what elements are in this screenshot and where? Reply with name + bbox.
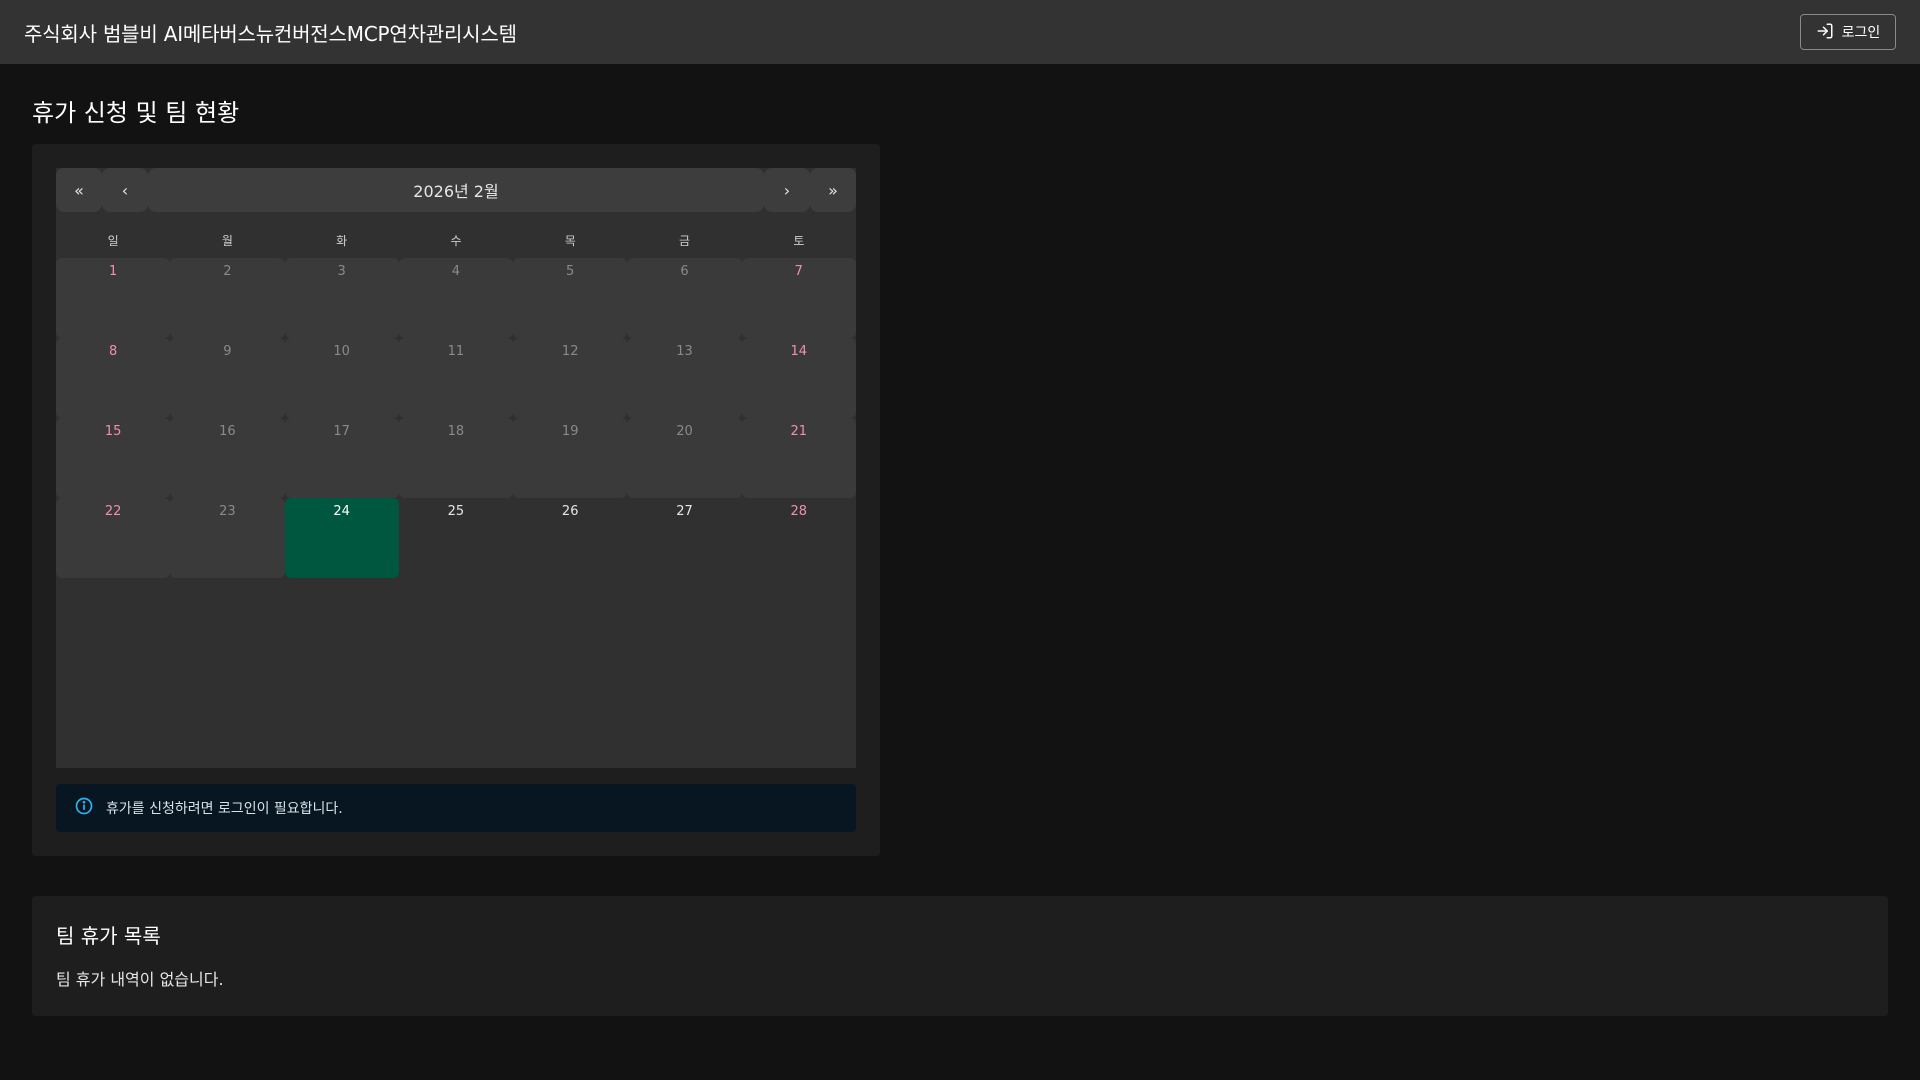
calendar-navigation: « ‹ 2026년 2월 › » — [56, 168, 856, 212]
calendar-day[interactable]: 6 — [627, 258, 742, 338]
calendar-day[interactable]: 25 — [399, 498, 513, 578]
month-label-button[interactable]: 2026년 2월 — [148, 168, 764, 212]
app-title: 주식회사 범블비 AI메타버스뉴컨버전스MCP연차관리시스템 — [24, 21, 517, 46]
calendar-day[interactable]: 12 — [513, 338, 628, 418]
weekday-label: 화 — [336, 234, 348, 248]
login-icon — [1816, 22, 1834, 43]
next-year-button[interactable]: » — [810, 168, 856, 212]
calendar-day[interactable]: 9 — [170, 338, 285, 418]
weekday-label: 일 — [107, 234, 119, 248]
calendar-day[interactable]: 18 — [398, 418, 514, 498]
calendar-day[interactable]: 23 — [170, 498, 285, 578]
calendar-day[interactable]: 22 — [56, 498, 171, 578]
page-title: 휴가 신청 및 팀 현황 — [32, 99, 240, 127]
next-month-button[interactable]: › — [764, 168, 810, 212]
calendar-day[interactable]: 8 — [56, 338, 171, 418]
calendar: « ‹ 2026년 2월 › » 일월화수목금토 1 2 3 4 5 6 7 8 9 10 11 12… — [56, 168, 856, 768]
prev-year-button[interactable]: « — [56, 168, 102, 212]
calendar-day[interactable]: 5 — [513, 258, 628, 338]
calendar-day[interactable]: 17 — [284, 418, 399, 498]
calendar-card: « ‹ 2026년 2월 › » 일월화수목금토 1 2 3 4 5 6 7 8 9 10 11 12… — [32, 144, 880, 856]
app-header: 주식회사 범블비 AI메타버스뉴컨버전스MCP연차관리시스템 로그인 — [0, 0, 1920, 64]
weekday-label: 수 — [450, 234, 462, 248]
calendar-day[interactable]: 3 — [284, 258, 399, 338]
calendar-day[interactable]: 11 — [398, 338, 514, 418]
login-required-alert: 휴가를 신청하려면 로그인이 필요합니다. — [56, 784, 856, 832]
calendar-day-today[interactable]: 24 — [284, 498, 399, 578]
calendar-day[interactable]: 27 — [627, 498, 741, 578]
calendar-day[interactable]: 10 — [284, 338, 399, 418]
calendar-day[interactable]: 16 — [170, 418, 285, 498]
calendar-day[interactable]: 20 — [627, 418, 742, 498]
weekday-header: 일월화수목금토 — [56, 232, 856, 258]
calendar-day[interactable]: 4 — [398, 258, 514, 338]
weekday-label: 목 — [564, 234, 576, 248]
calendar-day[interactable]: 14 — [741, 338, 856, 418]
calendar-days: 1 2 3 4 5 6 7 8 9 10 11 12 13 14 15 16 17 18 19 20 21 22 23 24 2… — [56, 258, 856, 578]
info-icon — [74, 796, 94, 820]
alert-text: 휴가를 신청하려면 로그인이 필요합니다. — [106, 801, 343, 817]
calendar-day[interactable]: 15 — [56, 418, 171, 498]
calendar-day[interactable]: 1 — [56, 258, 171, 338]
calendar-day[interactable]: 13 — [627, 338, 742, 418]
weekday-label: 월 — [221, 234, 233, 248]
calendar-day[interactable]: 26 — [513, 498, 627, 578]
team-vacation-title: 팀 휴가 목록 — [56, 924, 161, 948]
calendar-day[interactable]: 19 — [513, 418, 628, 498]
team-vacation-empty-text: 팀 휴가 내역이 없습니다. — [56, 970, 224, 989]
weekday-label: 토 — [793, 234, 805, 248]
team-vacation-card: 팀 휴가 목록 팀 휴가 내역이 없습니다. — [32, 896, 1888, 1016]
calendar-day[interactable]: 28 — [742, 498, 856, 578]
login-button-label: 로그인 — [1841, 24, 1881, 40]
prev-month-button[interactable]: ‹ — [102, 168, 148, 212]
login-button[interactable]: 로그인 — [1800, 14, 1896, 50]
calendar-day[interactable]: 2 — [170, 258, 285, 338]
calendar-day[interactable]: 21 — [741, 418, 856, 498]
calendar-day[interactable]: 7 — [741, 258, 856, 338]
weekday-label: 금 — [679, 234, 691, 248]
